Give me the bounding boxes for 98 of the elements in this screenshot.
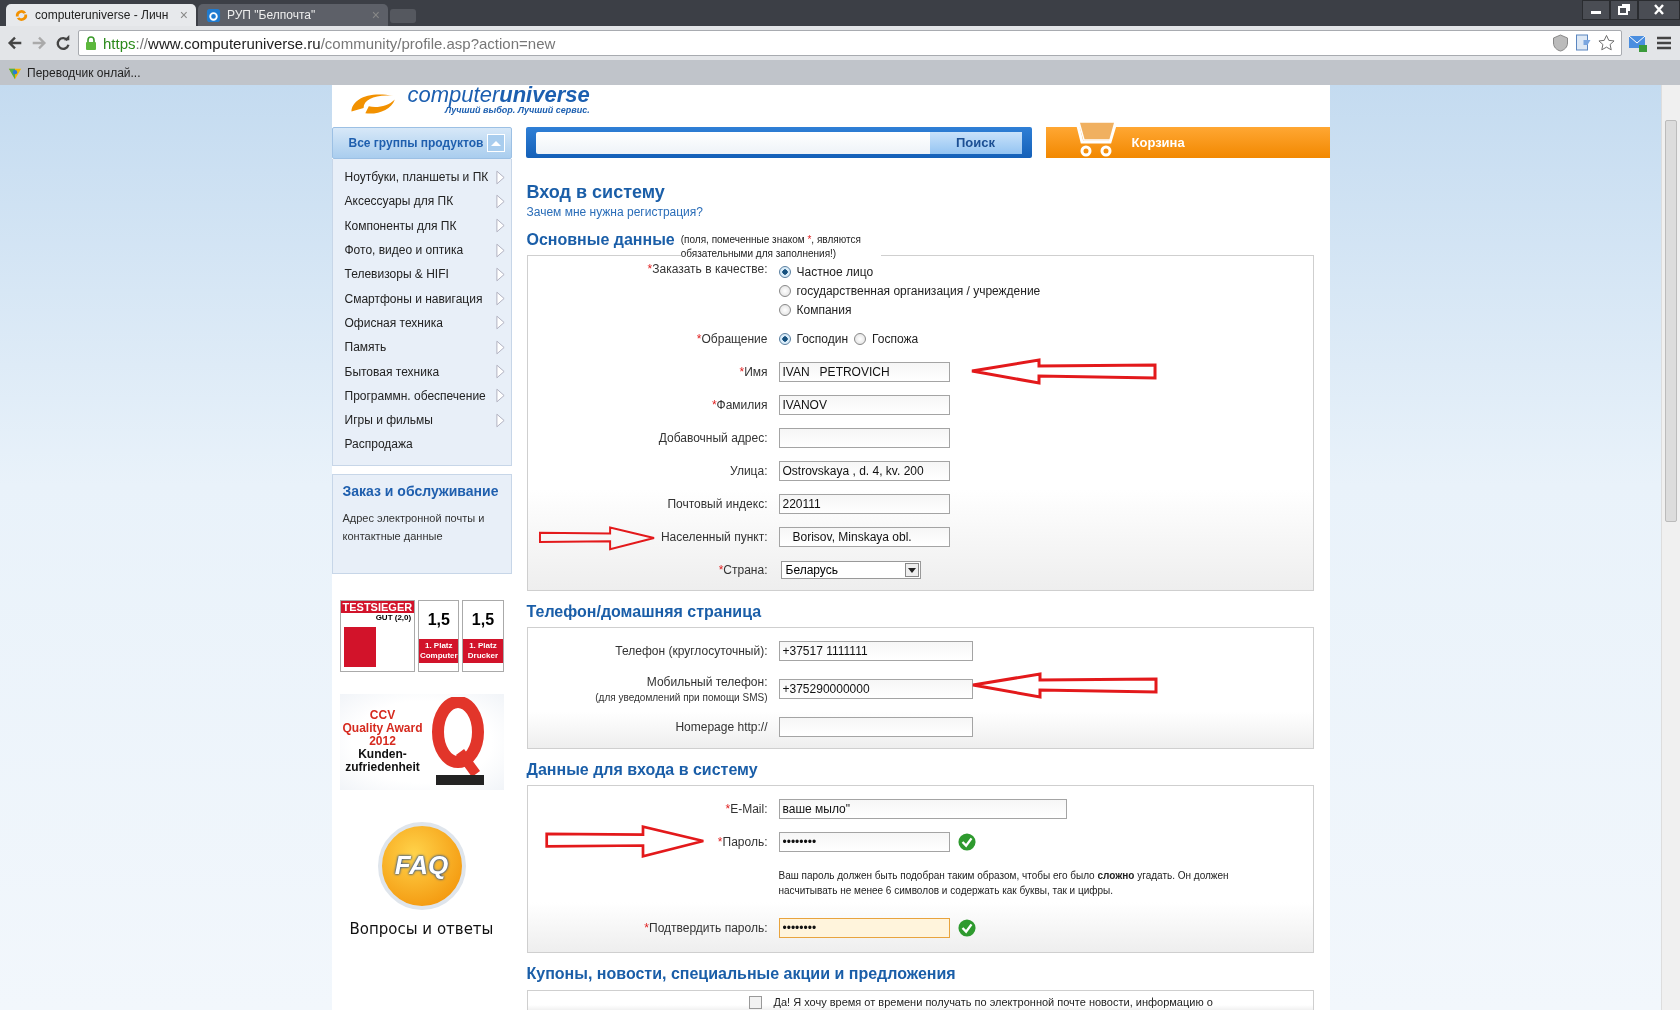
forward-icon[interactable] (30, 34, 48, 52)
close-icon[interactable] (1638, 0, 1680, 20)
tab-title: РУП "Белпочта" (227, 8, 317, 22)
field-label: *Заказать в качестве: (647, 262, 768, 276)
field-label: *Обращение (696, 331, 768, 346)
radio-option[interactable]: государственная организация / учреждение (778, 281, 1041, 300)
scrollbar[interactable] (1661, 85, 1680, 1010)
faq-caption[interactable]: Вопросы и ответы (349, 919, 494, 938)
radio-button[interactable] (854, 332, 867, 345)
input-field[interactable] (778, 717, 973, 737)
swirl-icon (14, 7, 29, 23)
restore-icon[interactable] (1610, 0, 1638, 20)
browser-tab[interactable]: computeruniverse - Личн × (6, 4, 196, 26)
category-link[interactable]: Фото, видео и оптика (332, 237, 511, 263)
section-title: Телефон/домашняя страница (526, 603, 762, 621)
rating-badge: 1,5 1. Platz Computer (418, 599, 460, 672)
category-link[interactable]: Телевизоры & HIFI (332, 262, 511, 287)
scroll-thumb[interactable] (1665, 120, 1677, 522)
category-link[interactable]: Ноутбуки, планшеты и ПК (332, 165, 511, 190)
field-label: Мобильный телефон: (646, 675, 768, 689)
input-field[interactable] (778, 427, 950, 448)
registration-link[interactable]: Зачем мне нужна регистрация? (526, 205, 1330, 219)
category-link[interactable]: Распродажа (332, 432, 511, 457)
field-label: Населенный пункт: (660, 529, 768, 544)
award-drawing: CCV Quality Award 2012 Kunden- zufriedenheit (339, 693, 504, 790)
page-icon[interactable] (1575, 34, 1592, 52)
required-note: (поля, помеченные знаком *, являются обязательными для заполнения!) (680, 233, 881, 261)
password-field[interactable]: •••••••• (778, 831, 950, 852)
radio-button[interactable] (778, 265, 791, 278)
url-text: https://www.computeruniverse.ru/community/profile.asp?action=new (103, 34, 557, 52)
input-field[interactable]: IVAN PETROVICH (778, 361, 950, 382)
input-field[interactable]: Ostrovskaya , d. 4, kv. 200 (778, 460, 950, 481)
input-field[interactable]: +37517 1111111 (778, 641, 973, 661)
section-title: Основные данные (526, 231, 675, 249)
reload-icon[interactable] (54, 34, 72, 52)
bookmark[interactable]: Переводчик онлай... (8, 65, 141, 80)
section-title: Купоны, новости, специальные акции и предложения (526, 965, 956, 983)
category-link[interactable]: Аксессуары для ПК (332, 189, 511, 214)
rating-badge: 1,5 1. Platz Drucker (462, 599, 504, 672)
radio-button[interactable] (778, 284, 791, 297)
radio-option[interactable]: Госпожа (854, 331, 919, 346)
input-field[interactable]: Borisov, Minskaya obl. (778, 526, 950, 547)
back-icon[interactable] (6, 34, 24, 52)
field-label: *Пароль: (717, 834, 768, 849)
minimize-icon[interactable] (1582, 0, 1610, 20)
radio-option[interactable]: Частное лицо (778, 262, 1041, 281)
field-label: Телефон (круглосуточный): (615, 644, 768, 658)
mail-icon[interactable] (1628, 33, 1648, 53)
contact-link[interactable]: Адрес электронной почты и контактные данные (342, 508, 501, 545)
page-title: Вход в систему (526, 182, 666, 203)
country-dropdown[interactable]: Беларусь (780, 560, 921, 579)
tab-title: computeruniverse - Личн (35, 8, 170, 22)
category-link[interactable]: Бытовая техника (332, 359, 511, 384)
radio-label: Компания (796, 302, 852, 317)
field-label: Homepage http:// (675, 720, 768, 734)
category-link[interactable]: Программн. обеспечение (332, 383, 511, 408)
password-hint: Ваш пароль должен быть подобран таким образом, чтобы его было сложно угадать. Он должен насчитывать не менее 6 символов и содержать как буквы, так и цифры. (778, 868, 1230, 898)
radio-button[interactable] (778, 332, 791, 345)
field-label: Добавочный адрес: (658, 430, 768, 445)
category-link[interactable]: Игры и фильмы (332, 407, 511, 433)
star-icon[interactable] (1598, 34, 1615, 52)
field-label: *Страна: (718, 562, 768, 577)
panel-title: Заказ и обслуживание (342, 482, 500, 499)
input-field[interactable]: 220111 (778, 493, 950, 514)
test-seal: TESTSIEGER GUT (2,0) (339, 599, 416, 672)
field-label: *Подтвердить пароль: (644, 920, 768, 935)
field-label: *Фамилия (711, 397, 768, 412)
radio-option[interactable]: Господин (778, 331, 849, 346)
field-label: Почтовый индекс: (667, 496, 768, 511)
category-link[interactable]: Память (332, 335, 511, 360)
search-field[interactable] (535, 131, 930, 154)
category-link[interactable]: Смартфоны и навигация (332, 286, 511, 311)
input-field[interactable]: IVANOV (778, 394, 950, 415)
input-field[interactable]: ваше мыло" (778, 798, 1067, 819)
checkbox[interactable] (748, 995, 762, 1009)
field-label: *E-Mail: (725, 801, 768, 816)
search-button[interactable]: Поиск (929, 131, 1022, 154)
password-field[interactable]: •••••••• (778, 917, 950, 938)
checkbox-label: Да! Я хочу время от времени получать по электронной почте новости, информацию о (773, 996, 1213, 1008)
app-icon (206, 7, 221, 23)
radio-option[interactable]: Компания (778, 300, 1041, 319)
radio-label: Господин (796, 331, 849, 346)
field-label: *Имя (739, 364, 768, 379)
radio-label: Частное лицо (796, 264, 874, 279)
product-groups-button[interactable]: Все группы продуктов (331, 127, 512, 159)
radio-button[interactable] (778, 303, 791, 316)
radio-label: государственная организация / учреждение (796, 283, 1041, 298)
address-bar[interactable]: https://www.computeruniverse.ru/community/profile.asp?action=new (78, 30, 1622, 56)
section-title: Данные для входа в систему (526, 761, 758, 779)
field-label: Улица: (730, 463, 768, 478)
shield-icon[interactable] (1552, 34, 1569, 52)
radio-label: Госпожа (872, 331, 919, 346)
input-field[interactable]: +375290000000 (778, 679, 973, 699)
category-link[interactable]: Компоненты для ПК (332, 213, 511, 238)
browser-tab[interactable]: РУП "Белпочта" × (198, 4, 388, 26)
lock-icon (85, 36, 97, 50)
field-sublabel: (для уведомлений при помощи SMS) (595, 692, 768, 703)
category-link[interactable]: Офисная техника (332, 310, 511, 336)
